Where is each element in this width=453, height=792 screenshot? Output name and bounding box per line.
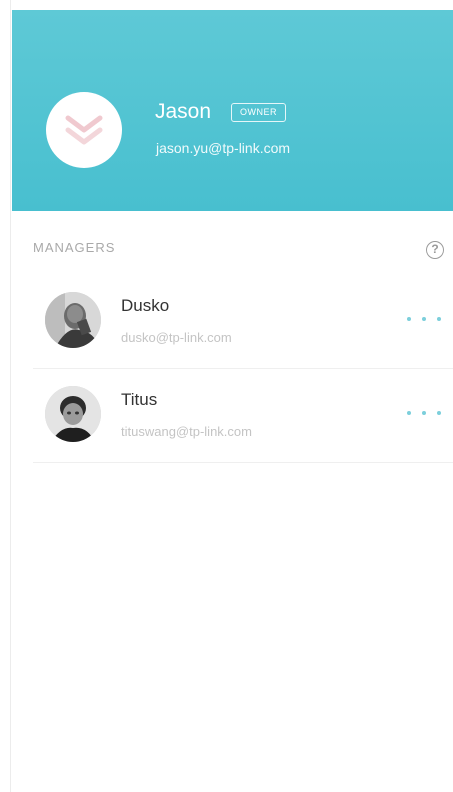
manager-name: Titus xyxy=(121,390,158,409)
dot xyxy=(422,317,426,321)
side-edge xyxy=(0,0,11,792)
manager-row[interactable]: Dusko dusko@tp-link.com xyxy=(33,276,453,369)
help-circle-icon[interactable]: ? xyxy=(426,241,444,259)
owner-badge: OWNER xyxy=(231,103,286,122)
manager-email: dusko@tp-link.com xyxy=(121,330,232,345)
more-horizontal-icon[interactable] xyxy=(407,406,441,420)
dot xyxy=(407,317,411,321)
dot xyxy=(407,411,411,415)
owner-header: Jason OWNER jason.yu@tp-link.com xyxy=(12,10,453,211)
user-placeholder-icon xyxy=(65,115,103,145)
dot xyxy=(422,411,426,415)
manager-email: tituswang@tp-link.com xyxy=(121,424,252,439)
manager-name: Dusko xyxy=(121,296,170,315)
dot xyxy=(437,411,441,415)
dot xyxy=(437,317,441,321)
owner-avatar[interactable] xyxy=(46,92,122,168)
manager-row[interactable]: Titus tituswang@tp-link.com xyxy=(33,370,453,463)
owner-name: Jason xyxy=(155,100,212,123)
owner-email: jason.yu@tp-link.com xyxy=(156,140,291,156)
managers-section-title: MANAGERS xyxy=(33,240,116,255)
manager-list-screen: Jason OWNER jason.yu@tp-link.com MANAGER… xyxy=(0,0,453,792)
more-horizontal-icon[interactable] xyxy=(407,312,441,326)
manager-avatar xyxy=(45,292,101,348)
manager-avatar xyxy=(45,386,101,442)
